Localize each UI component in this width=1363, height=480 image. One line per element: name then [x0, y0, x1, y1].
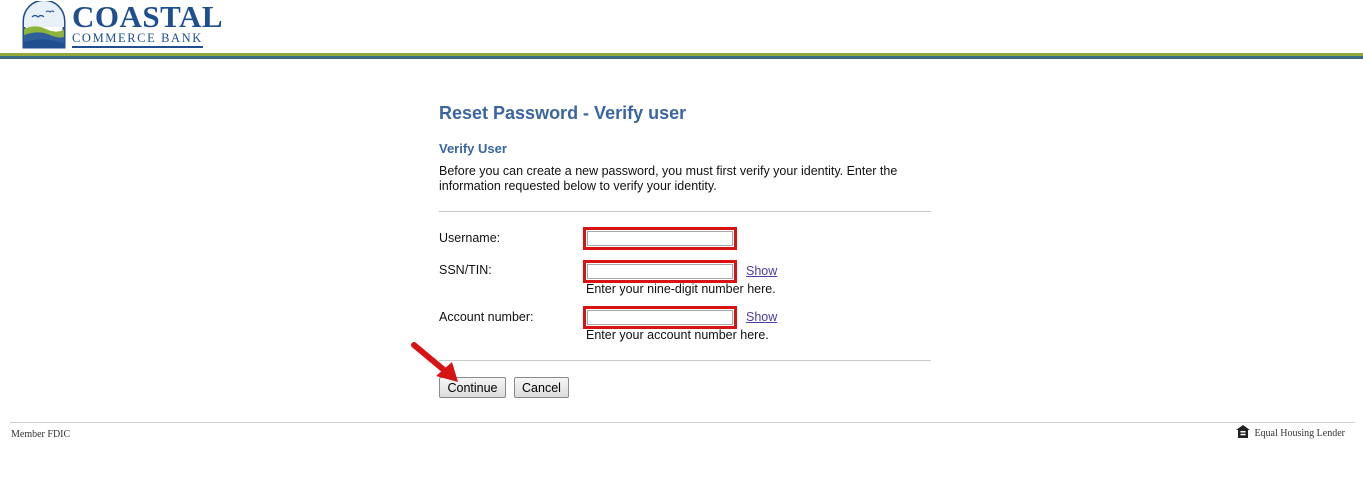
header-divider-blue	[0, 56, 1363, 59]
show-account-link[interactable]: Show	[746, 310, 777, 324]
member-fdic-text: Member FDIC	[11, 429, 71, 440]
page-title: Reset Password - Verify user	[439, 103, 687, 123]
logo-emblem-icon	[22, 1, 66, 49]
logo-text-sub: COMMERCE BANK	[72, 31, 203, 48]
section-title: Verify User	[439, 141, 507, 156]
equal-housing-text: Equal Housing Lender	[1254, 428, 1345, 439]
ssn-hint: Enter your nine-digit number here.	[586, 282, 776, 296]
show-ssn-link[interactable]: Show	[746, 264, 777, 278]
username-label: Username:	[439, 231, 501, 245]
red-arrow-icon	[411, 342, 458, 382]
cancel-button[interactable]: Cancel	[514, 377, 569, 398]
equal-housing-lender: Equal Housing Lender	[1236, 425, 1345, 439]
account-number-input[interactable]	[583, 306, 737, 329]
account-number-hint: Enter your account number here.	[586, 328, 769, 342]
logo-text-main: COASTAL	[72, 0, 224, 34]
account-number-label: Account number:	[439, 310, 534, 324]
form-divider-bottom	[439, 360, 931, 361]
ssn-input[interactable]	[583, 260, 737, 283]
ssn-label: SSN/TIN:	[439, 263, 492, 277]
site-header: COASTAL COMMERCE BANK	[0, 0, 1363, 60]
instructions-text: Before you can create a new password, yo…	[439, 164, 898, 193]
form-divider-top	[439, 211, 931, 212]
equal-housing-icon	[1236, 425, 1251, 438]
footer-divider	[10, 422, 1355, 423]
username-input[interactable]	[583, 227, 737, 250]
bank-logo[interactable]: COASTAL COMMERCE BANK	[20, 0, 230, 49]
